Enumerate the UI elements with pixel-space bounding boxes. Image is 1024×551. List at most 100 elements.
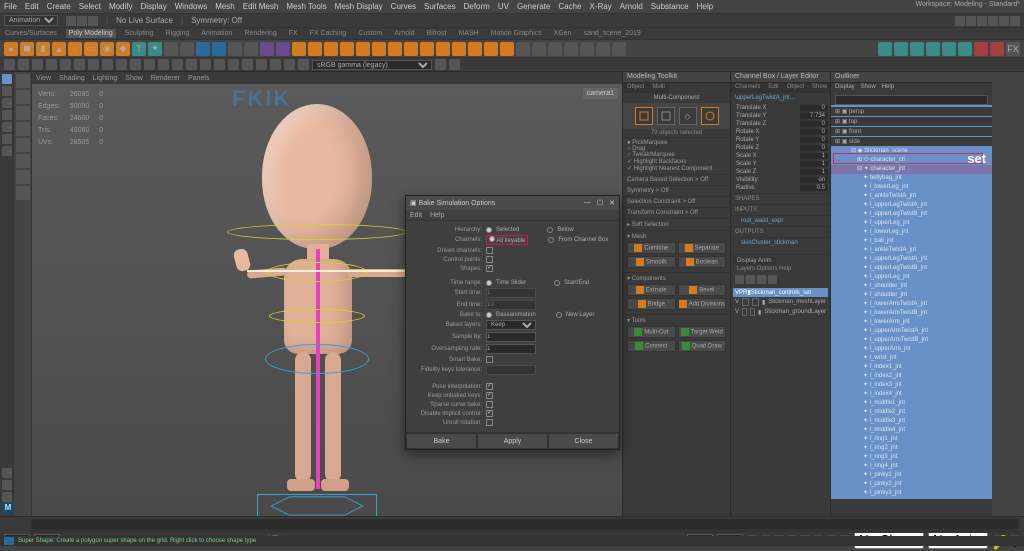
over-field[interactable] <box>486 344 536 354</box>
layout-icon[interactable] <box>2 480 12 490</box>
vp-icon[interactable] <box>130 59 141 70</box>
attr-field[interactable]: 0.5 <box>800 185 828 191</box>
outliner-item[interactable]: ✦ l_lowerArm_jnt <box>831 318 992 327</box>
outliner-item[interactable]: ✦ l_upperLegTwistA_jnt <box>831 201 992 210</box>
node-name[interactable]: \upperLegTwistA_jnt… <box>731 93 830 103</box>
shelf-tab[interactable]: Arnold <box>391 29 417 38</box>
menu-create[interactable]: Create <box>47 2 71 11</box>
shelf-tab[interactable]: MASH <box>455 29 481 38</box>
object-mode-icon[interactable] <box>635 107 653 125</box>
menu-windows[interactable]: Windows <box>175 2 207 11</box>
layer-row-selected[interactable]: V P R ▮ Stickman_controls_set <box>733 288 828 297</box>
shelf-disc-icon[interactable]: ◉ <box>100 42 114 56</box>
vp-icon[interactable] <box>256 59 267 70</box>
attr-field[interactable]: 0 <box>800 145 828 151</box>
vp-icon[interactable] <box>46 59 57 70</box>
outliner-item[interactable]: ⊟ ✦ character_jnt <box>831 165 992 174</box>
shelf-tab[interactable]: Rigging <box>163 29 193 38</box>
vp-icon[interactable] <box>200 59 211 70</box>
selconst[interactable]: Selection Constraint > Off <box>623 196 730 207</box>
radio[interactable] <box>554 280 560 286</box>
shelf-right-icon[interactable]: FX <box>1006 42 1020 56</box>
minimize-icon[interactable]: — <box>584 199 591 207</box>
outliner-item[interactable]: ✦ l_lowerArmTwistB_jnt <box>831 309 992 318</box>
shelf-tab[interactable]: Poly Modeling <box>66 29 116 38</box>
layout-icon[interactable] <box>2 492 12 502</box>
shelf-right-icon[interactable] <box>910 42 924 56</box>
panel-toggle-icon[interactable] <box>16 122 30 136</box>
combine-button[interactable]: Combine <box>627 242 676 254</box>
shelf-tool-icon[interactable] <box>292 42 306 56</box>
menu-modify[interactable]: Modify <box>109 2 133 11</box>
menu-substance[interactable]: Substance <box>651 2 689 11</box>
shelf-tab[interactable]: Animation <box>198 29 235 38</box>
vp-icon[interactable] <box>144 59 155 70</box>
menu-generate[interactable]: Generate <box>517 2 550 11</box>
cb-tab[interactable]: Edit <box>764 83 782 93</box>
maximize-icon[interactable]: ☐ <box>597 199 603 207</box>
shelf-right-icon[interactable] <box>990 42 1004 56</box>
end-field[interactable] <box>486 300 536 310</box>
outliner-item[interactable]: ✦ l_ring3_jnt <box>831 453 992 462</box>
panel-toggle-icon[interactable] <box>16 90 30 104</box>
shelf-tool-icon[interactable] <box>244 42 258 56</box>
shelf-tool-icon[interactable] <box>228 42 242 56</box>
shelf-prim-icon[interactable]: ◆ <box>116 42 130 56</box>
shelf-tool-icon[interactable] <box>532 42 546 56</box>
output-node[interactable]: skinCluster_stickman <box>731 237 830 248</box>
outliner-item[interactable]: ✦ l_pinky1_jnt <box>831 471 992 480</box>
outliner-toggle-icon[interactable] <box>16 74 30 88</box>
no-live-surface[interactable]: No Live Surface <box>116 16 173 25</box>
shelf-right-icon[interactable] <box>894 42 908 56</box>
bake-button[interactable]: Bake <box>406 433 477 449</box>
panel-toggle-icon[interactable] <box>16 106 30 120</box>
outliner-item[interactable]: ✦ l_lowerArmTwistA_jnt <box>831 300 992 309</box>
layer-icon[interactable] <box>768 275 777 284</box>
radio[interactable] <box>556 312 562 318</box>
lasso-tool-icon[interactable] <box>2 86 12 96</box>
dialog-titlebar[interactable]: ▣ Bake Simulation Options — ☐ ✕ <box>406 196 619 210</box>
outliner-item[interactable]: ✦ l_upperArm_jnt <box>831 345 992 354</box>
vp-icon[interactable] <box>32 59 43 70</box>
shelf-tool-icon[interactable] <box>212 42 226 56</box>
menu-meshtools[interactable]: Mesh Tools <box>286 2 326 11</box>
separate-button[interactable]: Separate <box>678 242 727 254</box>
shelf-tool-icon[interactable] <box>484 42 498 56</box>
menu-select[interactable]: Select <box>79 2 101 11</box>
cb-tab[interactable]: Channels <box>731 83 764 93</box>
attr-field[interactable]: 1 <box>800 169 828 175</box>
mtk-tab-object[interactable]: Object <box>623 83 648 93</box>
checkbox[interactable] <box>486 256 493 263</box>
outliner-item[interactable]: ✦ l_upperArmTwistA_jnt <box>831 327 992 336</box>
vertex-mode-icon[interactable] <box>657 107 675 125</box>
outliner-item[interactable]: ✦ l_index3_jnt <box>831 381 992 390</box>
outliner-item[interactable]: ✦ l_middle4_jnt <box>831 426 992 435</box>
module-dropdown[interactable]: Animation <box>4 15 58 26</box>
scale-tool-icon[interactable] <box>2 134 12 144</box>
status-icon[interactable] <box>977 16 987 26</box>
shelf-tool-icon[interactable] <box>564 42 578 56</box>
shelf-tool-icon[interactable] <box>500 42 514 56</box>
shelf-tab[interactable]: Sculpting <box>122 29 157 38</box>
vp-show[interactable]: Show <box>125 75 143 82</box>
menu-cache[interactable]: Cache <box>558 2 581 11</box>
shelf-tab[interactable]: Rendering <box>241 29 279 38</box>
menu-display[interactable]: Display <box>141 2 167 11</box>
outliner-item[interactable]: ✦ l_ball_jnt <box>831 237 992 246</box>
attr-field[interactable]: 0 <box>800 105 828 111</box>
outliner-item[interactable]: ✦ l_index4_jnt <box>831 390 992 399</box>
outliner-item[interactable]: ✦ l_middle1_jnt <box>831 399 992 408</box>
shelf-torus-icon[interactable]: ○ <box>68 42 82 56</box>
outliner-item[interactable]: ✦ l_pinkyCrl_jnt <box>831 498 992 499</box>
vp-icon[interactable] <box>158 59 169 70</box>
radio[interactable] <box>486 227 492 233</box>
menu-mesh[interactable]: Mesh <box>215 2 235 11</box>
menu-meshdisplay[interactable]: Mesh Display <box>335 2 383 11</box>
shelf-tool-icon[interactable] <box>452 42 466 56</box>
menu-xray[interactable]: X-Ray <box>589 2 611 11</box>
edge-mode-icon[interactable]: ◇ <box>679 107 697 125</box>
vp-renderer[interactable]: Renderer <box>151 75 180 82</box>
input-node[interactable]: root_waist_expr <box>731 215 830 226</box>
extrude-button[interactable]: Extrude <box>627 284 676 296</box>
shelf-right-icon[interactable] <box>926 42 940 56</box>
